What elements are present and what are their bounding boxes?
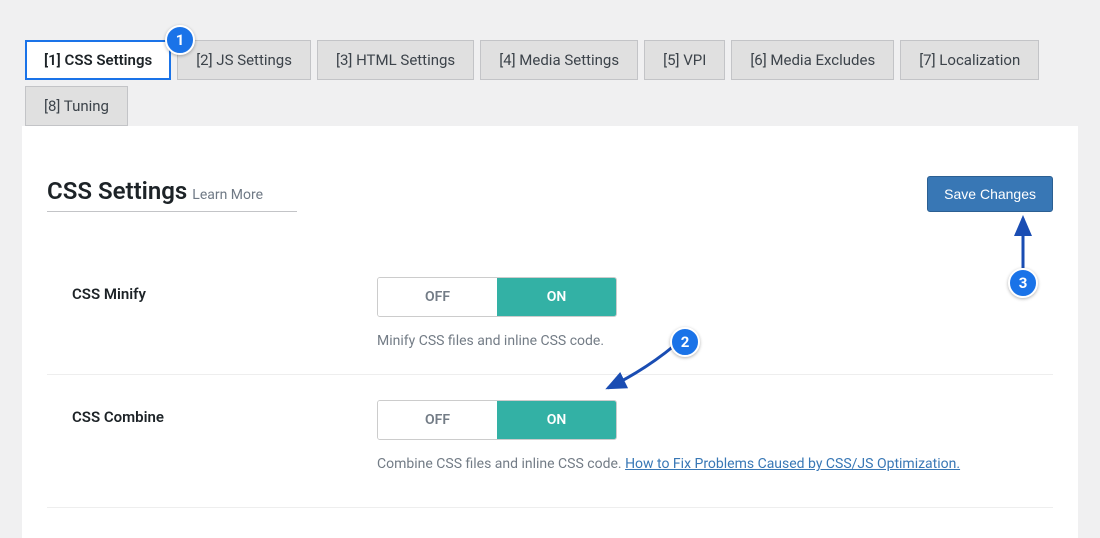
setting-label-css-minify: CSS Minify <box>47 277 377 303</box>
setting-control-css-minify: OFF ON Minify CSS files and inline CSS c… <box>377 277 1053 349</box>
tab-media-settings[interactable]: [4] Media Settings <box>480 40 638 80</box>
setting-row-css-combine: CSS Combine OFF ON Combine CSS files and… <box>47 374 1053 497</box>
setting-label-css-combine: CSS Combine <box>47 400 377 426</box>
header-row: CSS Settings Learn More Save Changes <box>47 176 1053 212</box>
annotation-badge-1: 1 <box>165 25 195 55</box>
content-panel: CSS Settings Learn More Save Changes CSS… <box>22 126 1078 538</box>
desc-link-fix-problems[interactable]: How to Fix Problems Caused by CSS/JS Opt… <box>625 456 960 472</box>
tab-vpi[interactable]: [5] VPI <box>644 40 725 80</box>
annotation-badge-3: 3 <box>1008 268 1038 298</box>
bottom-divider <box>47 507 1053 508</box>
setting-control-css-combine: OFF ON Combine CSS files and inline CSS … <box>377 400 1053 472</box>
setting-row-css-minify: CSS Minify OFF ON Minify CSS files and i… <box>47 252 1053 374</box>
annotation-badge-2: 2 <box>670 327 700 357</box>
setting-desc-css-minify: Minify CSS files and inline CSS code. <box>377 333 1053 349</box>
tab-media-excludes[interactable]: [6] Media Excludes <box>731 40 894 80</box>
tabs-container: [1] CSS Settings [2] JS Settings [3] HTM… <box>0 0 1100 126</box>
save-button[interactable]: Save Changes <box>927 176 1053 212</box>
toggle-on-css-minify[interactable]: ON <box>497 278 616 316</box>
tab-tuning[interactable]: [8] Tuning <box>25 86 128 126</box>
learn-more-link[interactable]: Learn More <box>192 187 263 203</box>
tab-js-settings[interactable]: [2] JS Settings <box>177 40 311 80</box>
toggle-css-minify[interactable]: OFF ON <box>377 277 617 317</box>
toggle-off-css-combine[interactable]: OFF <box>378 401 497 439</box>
toggle-off-css-minify[interactable]: OFF <box>378 278 497 316</box>
header-left: CSS Settings Learn More <box>47 177 413 212</box>
tab-localization[interactable]: [7] Localization <box>900 40 1039 80</box>
toggle-on-css-combine[interactable]: ON <box>497 401 616 439</box>
setting-desc-css-combine: Combine CSS files and inline CSS code. H… <box>377 456 1053 472</box>
tab-css-settings[interactable]: [1] CSS Settings <box>25 40 171 80</box>
tab-html-settings[interactable]: [3] HTML Settings <box>317 40 474 80</box>
toggle-css-combine[interactable]: OFF ON <box>377 400 617 440</box>
desc-text: Combine CSS files and inline CSS code. <box>377 456 625 472</box>
